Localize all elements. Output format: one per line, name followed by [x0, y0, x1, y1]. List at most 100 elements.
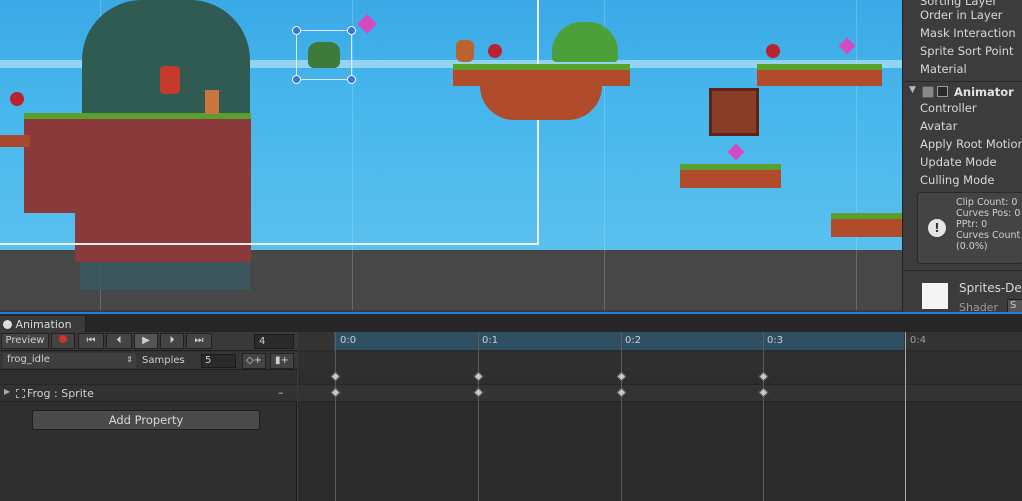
animator-header[interactable]: ▼ Animator	[903, 81, 1022, 101]
animator-row: Controller	[920, 101, 977, 115]
scene-view[interactable]	[0, 0, 902, 310]
info-line: Clip Count: 0	[956, 197, 1018, 208]
play-button[interactable]: ▶	[134, 333, 158, 349]
ruler-label: 0:3	[767, 335, 784, 346]
property-row[interactable]: ▶ Frog : Sprite –	[0, 384, 297, 402]
inspector-row: Order in Layer	[920, 8, 1003, 22]
platform-middle	[680, 164, 781, 188]
time-tick-line	[478, 332, 479, 501]
sprite-renderer-icon	[16, 389, 25, 398]
material-section[interactable]: Sprites-De Shader S	[903, 270, 1022, 314]
ruler-label: 0:0	[340, 335, 357, 346]
ruler-label: 0:2	[625, 335, 642, 346]
last-keyframe-button[interactable]: ⏭	[186, 333, 212, 349]
selection-handle[interactable]	[292, 75, 301, 84]
skip-start-icon: ⏮	[86, 335, 96, 346]
animator-info-box: ! Clip Count: 0 Curves Pos: 0 PPtr: 0 Cu…	[917, 192, 1022, 264]
prev-keyframe-button[interactable]: ⏴	[106, 333, 132, 349]
material-name: Sprites-De	[959, 281, 1022, 295]
clip-name: frog_idle	[7, 354, 50, 365]
material-preview	[922, 283, 948, 309]
clip-row: frog_idle ⇕ Samples 5 ◇+ ▮+	[0, 352, 297, 370]
animator-row: Avatar	[920, 119, 958, 133]
animator-title: Animator	[954, 85, 1014, 99]
cherry-sprite[interactable]	[10, 92, 24, 106]
timeline-clip-row	[298, 352, 1022, 370]
animator-enabled-checkbox[interactable]	[937, 86, 948, 97]
timeline-panel[interactable]: 0:0 0:1 0:2 0:3 0:4	[298, 332, 1022, 501]
animation-tab-bar: Animation	[0, 312, 1022, 334]
dropdown-arrows-icon: ⇕	[126, 355, 133, 364]
foldout-arrow-icon[interactable]: ▼	[909, 85, 916, 95]
info-icon: !	[928, 219, 946, 237]
pillar-sprite	[205, 90, 219, 114]
animator-row: Apply Root Motion	[920, 137, 1022, 151]
animator-component-icon	[922, 86, 934, 98]
cherry-sprite[interactable]	[766, 44, 780, 58]
ruler-label: 0:1	[482, 335, 499, 346]
clock-icon	[3, 320, 12, 329]
animation-toolbar: Preview ⏮ ⏴ ▶ ⏵ ⏭ 4	[0, 332, 297, 351]
preview-button[interactable]: Preview	[1, 333, 49, 349]
add-keyframe-button[interactable]: ◇+	[242, 353, 266, 369]
camera-bounds	[0, 0, 539, 245]
record-button[interactable]	[51, 333, 75, 349]
animation-properties-panel: Preview ⏮ ⏴ ▶ ⏵ ⏭ 4 frog_idle ⇕ Samples …	[0, 332, 297, 501]
clip-dropdown[interactable]: frog_idle ⇕	[3, 353, 136, 368]
floating-island	[453, 64, 630, 86]
clip-range	[334, 332, 904, 350]
skip-end-icon: ⏭	[194, 335, 204, 346]
totem-block-sprite	[709, 88, 759, 136]
info-line: (0.0%)	[956, 241, 988, 252]
barrel-sprite	[456, 40, 474, 62]
selection-handle[interactable]	[347, 26, 356, 35]
animator-row: Culling Mode	[920, 173, 995, 187]
animator-row: Update Mode	[920, 155, 997, 169]
inspector-row: Mask Interaction	[920, 26, 1016, 40]
time-tick-line	[621, 332, 622, 501]
samples-field[interactable]: 5	[201, 354, 236, 368]
samples-label: Samples	[142, 355, 185, 366]
time-ruler[interactable]: 0:0 0:1 0:2 0:3 0:4	[298, 332, 1022, 350]
play-icon: ▶	[142, 335, 150, 346]
shader-dropdown[interactable]: S	[1007, 299, 1022, 313]
property-label: Frog : Sprite	[27, 387, 94, 400]
inspector-row: Sprite Sort Point	[920, 44, 1014, 58]
step-forward-icon: ⏵	[169, 335, 175, 346]
summary-row	[0, 371, 297, 385]
add-keyframe-icon: ◇+	[245, 355, 263, 366]
info-line: PPtr: 0	[956, 219, 988, 230]
step-back-icon: ⏴	[116, 335, 122, 346]
inspector-panel: Sorting Layer Order in Layer Mask Intera…	[902, 0, 1022, 314]
add-event-button[interactable]: ▮+	[270, 353, 294, 369]
record-icon	[59, 335, 67, 343]
selection-handle[interactable]	[292, 26, 301, 35]
frame-field[interactable]: 4	[254, 334, 294, 349]
player-sprite[interactable]	[160, 66, 180, 94]
expand-arrow-icon[interactable]: ▶	[4, 387, 10, 396]
first-keyframe-button[interactable]: ⏮	[78, 333, 104, 349]
next-keyframe-button[interactable]: ⏵	[160, 333, 184, 349]
inspector-row: Material	[920, 62, 967, 76]
cherry-sprite[interactable]	[488, 44, 502, 58]
platform-right-top	[757, 64, 882, 86]
time-tick-line	[335, 332, 336, 501]
add-property-button[interactable]: Add Property	[32, 410, 260, 430]
platform-low-right	[831, 213, 902, 237]
clip-end-line[interactable]	[905, 332, 906, 501]
summary-track[interactable]	[298, 370, 1022, 384]
tab-animation-label: Animation	[15, 318, 72, 331]
selection-handle[interactable]	[347, 75, 356, 84]
grid-line	[856, 0, 857, 310]
ruler-label: 0:4	[910, 335, 927, 346]
water-reflection	[80, 262, 250, 290]
time-tick-line	[763, 332, 764, 501]
info-line: Curves Count	[956, 230, 1021, 241]
add-event-icon: ▮+	[275, 355, 289, 366]
sprite-track[interactable]	[298, 384, 1022, 402]
frog-sprite[interactable]	[308, 42, 340, 68]
inspector-row: Sorting Layer	[920, 0, 998, 8]
property-options-icon[interactable]: –	[278, 386, 284, 399]
floating-island-base	[480, 86, 602, 120]
info-line: Curves Pos: 0	[956, 208, 1021, 219]
